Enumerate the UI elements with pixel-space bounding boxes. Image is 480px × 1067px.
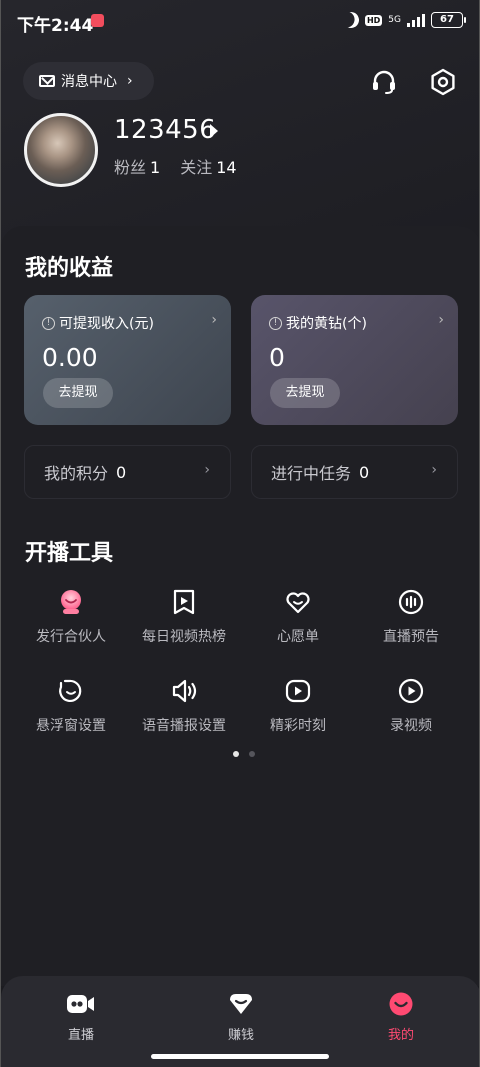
tool-daily-hot[interactable]: 每日视频热榜: [124, 588, 244, 646]
tool-highlights[interactable]: 精彩时刻: [238, 677, 358, 735]
fans-count: 1: [150, 158, 161, 177]
tool-label: 心愿单: [277, 629, 319, 645]
card-label: 我的黄钻(个): [286, 316, 367, 332]
tool-voice-broadcast[interactable]: 语音播报设置: [124, 677, 244, 735]
tool-label: 语音播报设置: [142, 718, 226, 734]
mail-icon: [39, 75, 55, 87]
app-screen: 下午2:44 HD 5G 67 消息中心 › 123456 粉丝 1 关注 14 我…: [0, 0, 480, 1067]
tool-partner[interactable]: 发行合伙人: [11, 588, 131, 646]
my-points-row[interactable]: 我的积分 0 ›: [24, 445, 231, 499]
tool-label: 悬浮窗设置: [36, 718, 106, 734]
home-indicator[interactable]: [151, 1054, 329, 1059]
fans-label: 粉丝: [114, 158, 147, 177]
floating-window-icon: [59, 679, 82, 702]
chevron-right-icon: ›: [127, 73, 133, 89]
tab-earn[interactable]: 赚钱: [201, 992, 281, 1043]
heart-icon: [286, 592, 310, 614]
tool-label: 直播预告: [383, 629, 439, 645]
tab-me[interactable]: 我的: [361, 992, 441, 1043]
chevron-right-icon: ›: [211, 312, 217, 328]
chevron-right-icon: ›: [204, 462, 210, 478]
tool-label: 录视频: [390, 718, 432, 734]
speaker-icon: [172, 679, 197, 703]
message-center-label: 消息中心: [61, 74, 117, 90]
username[interactable]: 123456: [114, 115, 216, 145]
page-indicator: [233, 751, 255, 757]
earnings-title: 我的收益: [25, 256, 114, 281]
tools-title: 开播工具: [25, 541, 114, 566]
status-bar: 下午2:44 HD 5G 67: [1, 0, 479, 44]
row-value: 0: [116, 462, 127, 482]
chevron-right-icon: ›: [431, 462, 437, 478]
settings-icon[interactable]: [429, 68, 457, 96]
hd-badge: HD: [364, 14, 383, 26]
card-label: 可提现收入(元): [59, 316, 154, 332]
message-center-button[interactable]: 消息中心 ›: [23, 62, 154, 100]
record-video-icon: [398, 678, 424, 704]
moon-icon: [341, 10, 362, 31]
tool-live-preview[interactable]: 直播预告: [351, 588, 471, 646]
row-label: 我的积分: [44, 464, 109, 483]
following-label: 关注: [180, 158, 213, 177]
avatar[interactable]: [24, 113, 98, 187]
following-stat[interactable]: 关注 14: [180, 154, 236, 178]
tool-label: 发行合伙人: [36, 629, 106, 645]
tool-label: 每日视频热榜: [142, 629, 226, 645]
tool-floating-window[interactable]: 悬浮窗设置: [11, 677, 131, 735]
profile-stats: 粉丝 1 关注 14: [114, 154, 237, 178]
fans-stat[interactable]: 粉丝 1: [114, 154, 160, 178]
app-notification-icon: [91, 14, 104, 27]
partner-badge-icon: [61, 590, 81, 614]
following-count: 14: [216, 158, 237, 177]
signal-icon: [407, 13, 425, 27]
page-dot-active: [233, 751, 239, 757]
card-value: 0: [269, 343, 285, 372]
page-dot: [249, 751, 255, 757]
card-value: 0.00: [42, 343, 98, 372]
status-indicators: HD 5G 67: [341, 10, 466, 31]
ongoing-tasks-row[interactable]: 进行中任务 0 ›: [251, 445, 458, 499]
chevron-right-icon: ›: [438, 312, 444, 328]
row-label: 进行中任务: [271, 464, 352, 483]
tab-live[interactable]: 直播: [41, 992, 121, 1043]
row-value: 0: [359, 462, 370, 482]
info-icon: !: [42, 316, 55, 330]
tool-label: 精彩时刻: [270, 718, 326, 734]
tool-wishlist[interactable]: 心愿单: [238, 588, 358, 646]
tab-label: 我的: [387, 1028, 414, 1043]
diamond-smile-icon: [230, 994, 252, 1014]
yellow-diamond-card[interactable]: ! 我的黄钻(个) › 0 去提现: [251, 295, 458, 425]
video-camera-icon: [67, 995, 94, 1013]
tab-label: 直播: [67, 1028, 94, 1043]
battery-icon: 67: [431, 12, 466, 28]
status-time: 下午2:44: [17, 16, 94, 36]
tab-label: 赚钱: [227, 1028, 254, 1043]
profile-arrow-icon[interactable]: [210, 124, 218, 138]
withdraw-button[interactable]: 去提现: [43, 378, 113, 408]
withdraw-button[interactable]: 去提现: [270, 378, 340, 408]
highlight-play-icon: [285, 679, 311, 703]
tool-record-video[interactable]: 录视频: [351, 677, 471, 735]
live-preview-icon: [398, 589, 424, 615]
smile-face-icon: [389, 992, 413, 1016]
info-icon: !: [269, 316, 282, 330]
headset-icon[interactable]: [370, 68, 398, 96]
withdrawable-income-card[interactable]: ! 可提现收入(元) › 0.00 去提现: [24, 295, 231, 425]
network-label: 5G: [388, 14, 401, 25]
bookmark-play-icon: [173, 589, 195, 615]
